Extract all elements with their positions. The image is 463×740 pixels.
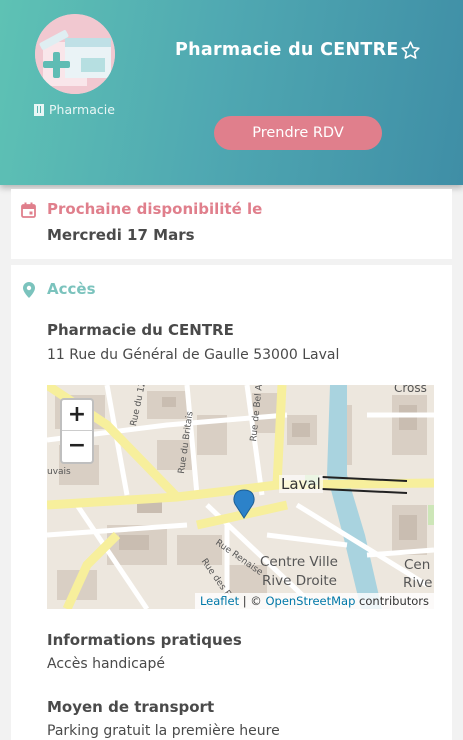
pharmacy-logo-icon xyxy=(35,14,115,94)
map-label-street-6: uvais xyxy=(47,467,71,477)
calendar-icon xyxy=(21,202,36,218)
book-appointment-button[interactable]: Prendre RDV xyxy=(214,116,382,150)
osm-link[interactable]: OpenStreetMap xyxy=(265,594,355,608)
map-label-district-3: Cen xyxy=(404,557,431,573)
map-pin-icon xyxy=(23,282,35,298)
zoom-in-button[interactable]: + xyxy=(62,400,92,431)
place-address: 11 Rue du Général de Gaulle 53000 Laval xyxy=(47,347,340,363)
attribution-separator: | © xyxy=(239,594,266,608)
access-title: Accès xyxy=(47,280,96,298)
practical-info-value: Accès handicapé xyxy=(47,656,165,672)
location-map[interactable]: Laval Centre Ville Rive Droite Cen Rive … xyxy=(47,385,434,609)
availability-title: Prochaine disponibilité le xyxy=(47,200,263,218)
pharmacy-avatar xyxy=(35,14,115,94)
practical-info-title: Informations pratiques xyxy=(47,631,242,649)
transport-title: Moyen de transport xyxy=(47,698,215,716)
map-zoom-control: + − xyxy=(60,398,94,464)
map-label-district-4: Rive xyxy=(403,575,433,591)
map-label-city: Laval xyxy=(279,475,323,493)
availability-date: Mercredi 17 Mars xyxy=(47,226,195,244)
pharmacy-type-label: Pharmacie xyxy=(49,102,115,117)
map-label-district-1: Centre Ville xyxy=(260,554,338,570)
map-label-district-2: Rive Droite xyxy=(262,573,337,589)
transport-value: Parking gratuit la première heure xyxy=(47,723,280,739)
map-tiles xyxy=(47,385,434,609)
access-card: Accès Pharmacie du CENTRE 11 Rue du Géné… xyxy=(11,265,452,740)
zoom-out-button[interactable]: − xyxy=(62,431,92,462)
attribution-contributors: contributors xyxy=(355,594,429,608)
availability-card: Prochaine disponibilité le Mercredi 17 M… xyxy=(11,189,452,259)
building-icon xyxy=(34,103,44,116)
pharmacy-type: Pharmacie xyxy=(34,102,115,117)
map-attribution: Leaflet | © OpenStreetMap contributors xyxy=(194,593,434,609)
leaflet-link[interactable]: Leaflet xyxy=(200,594,239,608)
place-name: Pharmacie du CENTRE xyxy=(47,321,234,339)
pharmacy-header: Pharmacie Pharmacie du CENTRE Prendre RD… xyxy=(0,0,463,185)
star-outline-icon[interactable] xyxy=(400,40,421,61)
map-label-street-7: Cross xyxy=(394,385,427,395)
pharmacy-name: Pharmacie du CENTRE xyxy=(175,40,399,60)
